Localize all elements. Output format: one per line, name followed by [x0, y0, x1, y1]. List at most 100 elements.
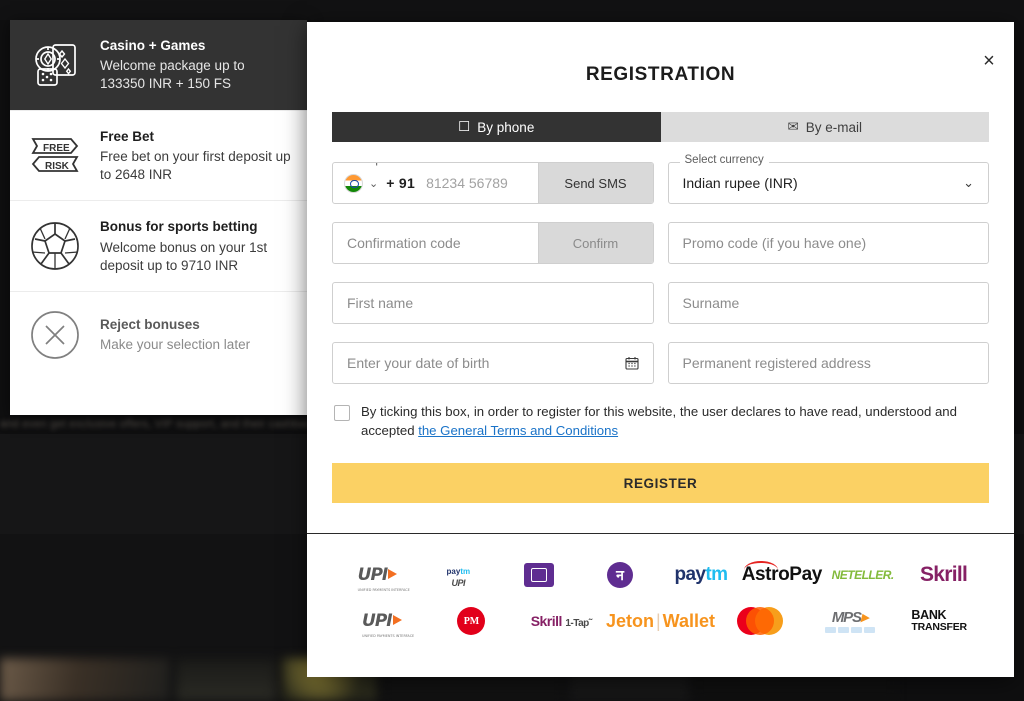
currency-legend: Select currency	[680, 155, 769, 167]
country-selector[interactable]: ⌄	[333, 174, 378, 193]
background-thumbnail	[0, 658, 170, 701]
svg-text:RISK: RISK	[45, 161, 70, 172]
form-row: Your phone number ⌄ + 91 81234 56789 Sen…	[332, 162, 989, 204]
page-title: REGISTRATION	[307, 64, 1014, 86]
date-of-birth-field[interactable]: Enter your date of birth	[332, 342, 654, 384]
bonus-selection-panel: Casino + Games Welcome package up to 133…	[10, 20, 307, 415]
close-icon[interactable]: ×	[976, 48, 1002, 74]
form-row: Confirmation code Confirm Promo code (if…	[332, 222, 989, 264]
perfect-money-label: PM	[457, 607, 485, 635]
surname-field[interactable]: Surname	[668, 282, 990, 324]
payment-logo-perfect-money: PM	[427, 601, 517, 641]
phone-input[interactable]: 81234 56789	[415, 175, 508, 191]
currency-select[interactable]: Select currency Indian rupee (INR) ⌄	[668, 162, 990, 204]
payment-logo-upi: UPI UNIFIED PAYMENTS INTERFACE	[337, 555, 418, 595]
phone-legend: Your phone number	[344, 162, 455, 167]
bonus-option-title: Reject bonuses	[100, 316, 250, 334]
dob-group: Enter your date of birth	[332, 342, 654, 384]
send-sms-button[interactable]: Send SMS	[538, 163, 653, 203]
payment-logo-mps: MPS▸	[805, 601, 895, 641]
country-code: + 91	[378, 175, 415, 191]
tab-by-email[interactable]: ✉ By e-mail	[661, 112, 990, 142]
surname-group: Surname	[668, 282, 990, 324]
upi-sublabel: UNIFIED PAYMENTS INTERFACE	[362, 634, 414, 638]
terms-agreement: By ticking this box, in order to registe…	[334, 402, 989, 440]
payment-logo-jeton-wallet: Jeton|Wallet	[606, 601, 715, 641]
confirm-button[interactable]: Confirm	[538, 223, 653, 263]
bonus-option-free-bet[interactable]: FREE RISK Free Bet Free bet on your firs…	[10, 111, 307, 202]
terms-link[interactable]: the General Terms and Conditions	[418, 423, 618, 438]
bonus-option-text: Bonus for sports betting Welcome bonus o…	[100, 217, 293, 275]
tab-by-phone-label: By phone	[477, 120, 534, 135]
circle-x-icon	[24, 308, 86, 362]
upi-label: UPI	[358, 565, 388, 585]
payment-logo-paytm-upi: paytm UPI	[418, 555, 499, 595]
first-name-group: First name	[332, 282, 654, 324]
confirmation-code-input[interactable]: Confirmation code	[333, 235, 461, 251]
registration-modal: × REGISTRATION ☐ By phone ✉ By e-mail Yo…	[307, 22, 1014, 677]
payment-logo-bank-transfer: BANK TRANSFER	[894, 601, 984, 641]
calendar-icon[interactable]	[625, 356, 653, 370]
address-input[interactable]: Permanent registered address	[669, 355, 871, 371]
surname-input[interactable]: Surname	[669, 295, 740, 311]
phone-icon: ☐	[458, 119, 470, 135]
payment-logo-phonepe: न	[580, 555, 661, 595]
chevron-down-icon: ⌄	[963, 175, 988, 191]
payment-row-1: UPI UNIFIED PAYMENTS INTERFACE paytm UPI …	[337, 552, 984, 598]
currency-value: Indian rupee (INR)	[669, 175, 798, 191]
tab-by-phone[interactable]: ☐ By phone	[332, 112, 661, 142]
paytm-upi-line1: paytm	[447, 567, 471, 576]
payment-methods: UPI UNIFIED PAYMENTS INTERFACE paytm UPI …	[307, 534, 1014, 658]
confirmation-code-field[interactable]: Confirmation code Confirm	[332, 222, 654, 264]
registration-form: Your phone number ⌄ + 91 81234 56789 Sen…	[307, 142, 1014, 440]
bonus-option-title: Bonus for sports betting	[100, 218, 293, 236]
first-name-input[interactable]: First name	[333, 295, 413, 311]
address-field[interactable]: Permanent registered address	[668, 342, 990, 384]
promo-group: Promo code (if you have one)	[668, 222, 990, 264]
bonus-option-subtitle: Welcome package up to 133350 INR + 150 F…	[100, 57, 293, 93]
promo-code-input[interactable]: Promo code (if you have one)	[669, 235, 867, 251]
register-button[interactable]: REGISTER	[332, 463, 989, 503]
chevron-down-icon: ⌄	[369, 177, 378, 190]
upi-sublabel: UNIFIED PAYMENTS INTERFACE	[358, 588, 410, 592]
terms-text: By ticking this box, in order to registe…	[361, 402, 989, 440]
skrill-label: Skrill	[920, 563, 967, 587]
skrill-1tap-label: Skrill	[531, 613, 562, 629]
bonus-option-casino-games[interactable]: Casino + Games Welcome package up to 133…	[10, 20, 307, 111]
payment-logo-skrill-1-tap: Skrill 1-Tap˜	[516, 601, 606, 641]
payment-logo-skrill: Skrill	[903, 555, 984, 595]
bonus-option-title: Casino + Games	[100, 37, 293, 55]
free-risk-ribbon-icon: FREE RISK	[24, 131, 86, 179]
bonus-option-text: Casino + Games Welcome package up to 133…	[100, 36, 293, 94]
india-flag-icon	[344, 174, 363, 193]
envelope-icon: ✉	[787, 119, 798, 135]
screen: and even get exclusive offers, VIP suppo…	[0, 0, 1024, 701]
date-of-birth-input[interactable]: Enter your date of birth	[333, 355, 489, 371]
bonus-option-subtitle: Welcome bonus on your 1st deposit up to …	[100, 239, 293, 275]
payment-logo-upi: UPI UNIFIED PAYMENTS INTERFACE	[337, 601, 427, 641]
payment-logo-astropay: AstroPay	[741, 555, 822, 595]
tab-by-email-label: By e-mail	[806, 120, 862, 135]
neteller-label: NETELLER.	[832, 568, 894, 582]
phonepe-glyph: न	[607, 562, 633, 588]
currency-group: Select currency Indian rupee (INR) ⌄	[668, 162, 990, 204]
bonus-option-text: Reject bonuses Make your selection later	[100, 315, 250, 354]
paytm-label: paytm	[674, 564, 727, 586]
promo-code-field[interactable]: Promo code (if you have one)	[668, 222, 990, 264]
form-row: Enter your date of birth	[332, 342, 989, 384]
jeton-label: Jeton	[606, 611, 654, 631]
confirmation-group: Confirmation code Confirm	[332, 222, 654, 264]
first-name-field[interactable]: First name	[332, 282, 654, 324]
phone-field[interactable]: Your phone number ⌄ + 91 81234 56789 Sen…	[332, 162, 654, 204]
bonus-option-subtitle: Free bet on your first deposit up to 264…	[100, 148, 293, 184]
registration-method-tabs: ☐ By phone ✉ By e-mail	[332, 112, 989, 142]
upi-label: UPI	[362, 611, 392, 631]
phone-number-group: Your phone number ⌄ + 91 81234 56789 Sen…	[332, 162, 654, 204]
bank-transfer-line2: TRANSFER	[911, 622, 967, 633]
bonus-option-sports-betting[interactable]: Bonus for sports betting Welcome bonus o…	[10, 201, 307, 292]
terms-checkbox[interactable]	[334, 405, 350, 421]
skrill-1tap-suffix: 1-Tap˜	[565, 618, 591, 629]
bonus-option-reject[interactable]: Reject bonuses Make your selection later	[10, 292, 307, 378]
bonus-option-title: Free Bet	[100, 128, 293, 146]
payment-logo-bhim-upi	[499, 555, 580, 595]
